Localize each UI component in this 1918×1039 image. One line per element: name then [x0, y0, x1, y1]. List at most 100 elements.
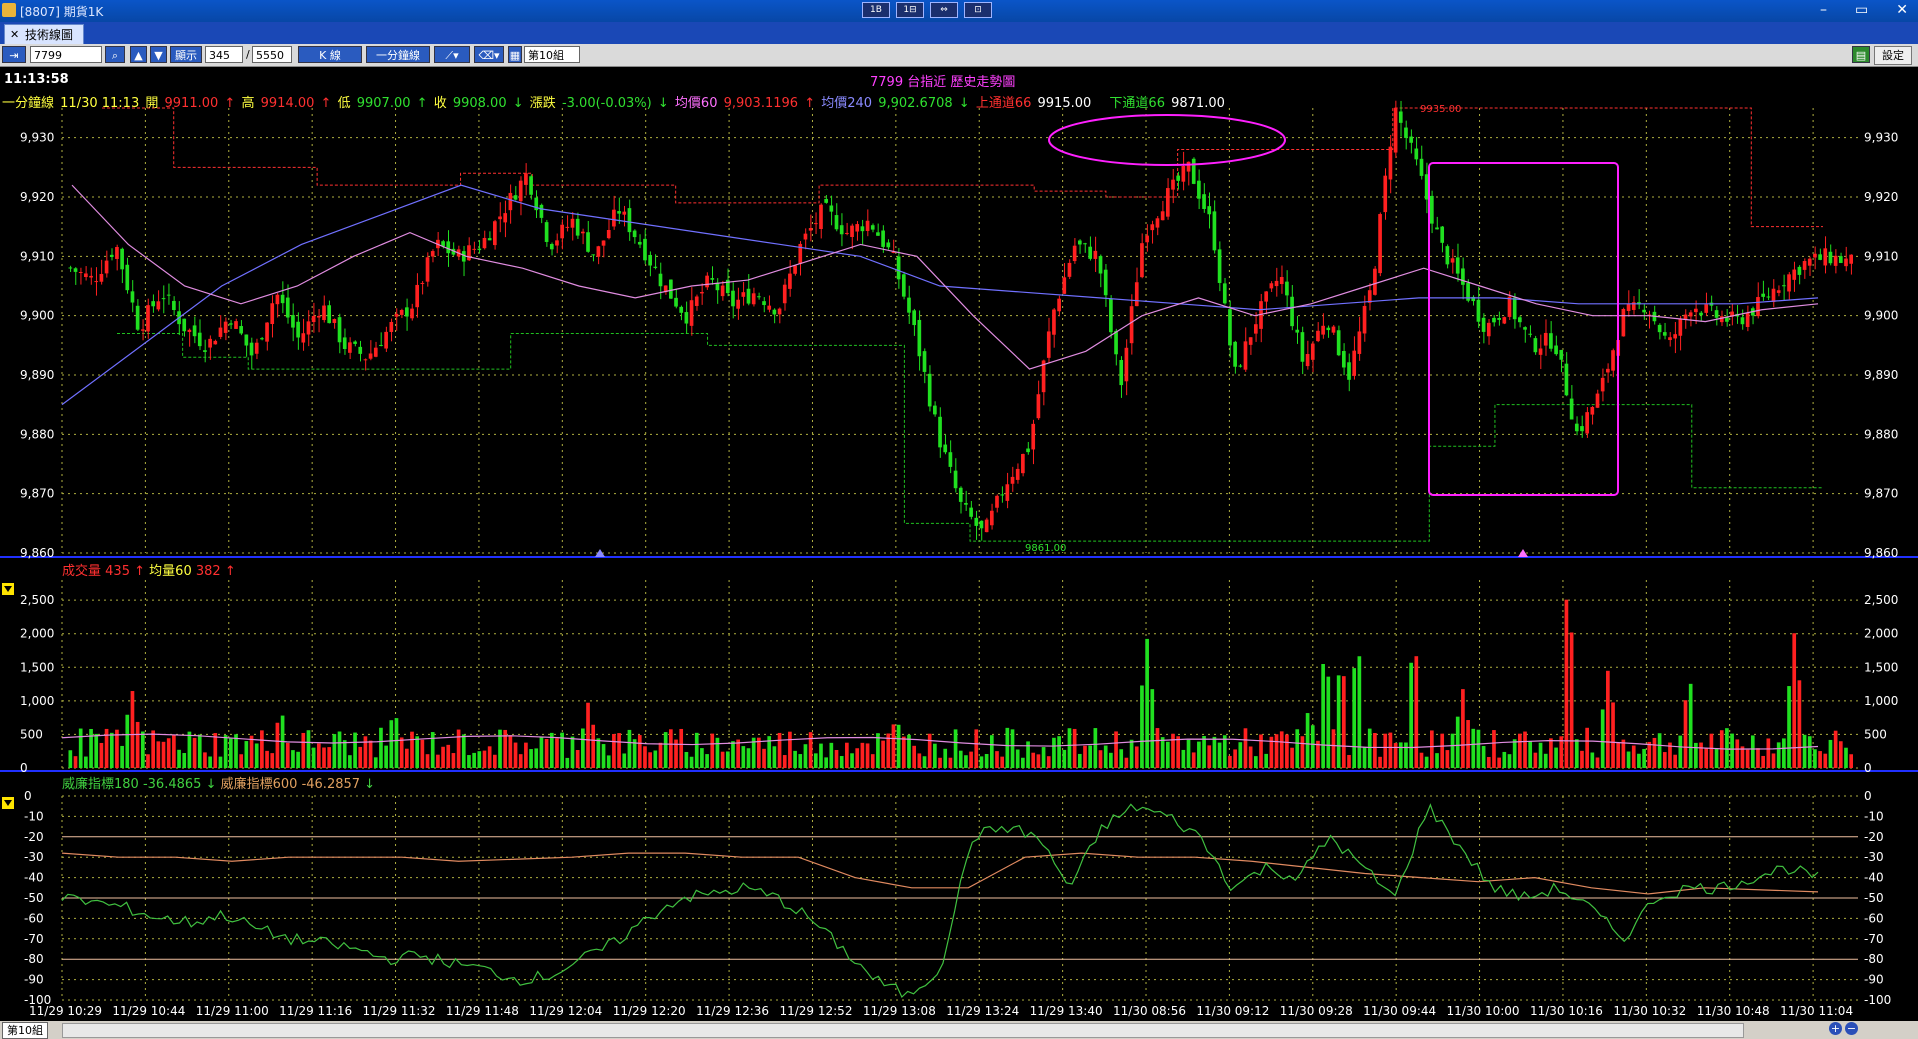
volume-bar	[73, 756, 78, 768]
horizontal-scrollbar[interactable]	[62, 1023, 1744, 1038]
williams-tick-label: -80	[24, 952, 44, 966]
candle-body	[1119, 359, 1124, 386]
candle-body	[1171, 179, 1175, 190]
volume-bar	[953, 729, 958, 768]
volume-bar	[1735, 739, 1740, 768]
candle-body	[586, 232, 590, 252]
volume-bar	[1005, 727, 1010, 768]
williams180-label: 威廉指標180	[62, 777, 139, 792]
candle-body	[777, 308, 782, 315]
candle-body	[482, 237, 487, 249]
volume-bar	[1621, 739, 1626, 768]
volume-bar	[394, 718, 399, 768]
volume-bar	[1197, 741, 1201, 768]
volume-bar	[1616, 742, 1621, 768]
volume-bar	[534, 748, 539, 768]
candle-body	[218, 327, 223, 337]
candle-body	[684, 312, 689, 324]
candle-body	[1621, 308, 1626, 337]
candle-body	[1766, 296, 1771, 298]
volume-bar	[565, 757, 570, 768]
volume-bar	[1631, 745, 1636, 768]
candle-body	[498, 216, 502, 220]
candle-body	[1057, 298, 1061, 312]
candle-body	[1031, 423, 1036, 450]
candle-body	[876, 232, 880, 236]
candle-body	[425, 257, 430, 282]
williams-tick-label: -40	[24, 871, 44, 885]
candle-body	[1580, 426, 1584, 432]
volume-bar	[1077, 753, 1082, 768]
volume-pane-toggle-icon[interactable]	[2, 583, 14, 595]
volume-bar	[819, 743, 823, 768]
candle-body	[596, 246, 601, 257]
candle-body	[1191, 158, 1196, 184]
volume-bar	[845, 742, 849, 768]
williams-tick-label-right: -10	[1864, 809, 1884, 823]
change-label: 漲跌	[529, 96, 556, 111]
candle-body	[710, 278, 715, 280]
candle-body	[1155, 218, 1160, 228]
volume-bar	[1745, 749, 1750, 768]
candle-body	[368, 353, 373, 359]
volume-bar	[643, 746, 647, 768]
volume-bar	[1430, 730, 1434, 768]
price-tick-label: 9,920	[20, 190, 54, 204]
williams180-line	[61, 803, 1819, 999]
high-value: 9914.00	[260, 96, 315, 111]
candle-body	[1528, 333, 1533, 335]
zoom-out-icon[interactable]: −	[1845, 1022, 1858, 1035]
candle-body	[1285, 281, 1289, 296]
volume-bar	[1823, 753, 1828, 768]
candle-body	[348, 342, 352, 353]
candle-body	[1802, 261, 1807, 270]
volume-bar	[84, 756, 88, 768]
candle-body	[922, 351, 927, 372]
volume-bar	[172, 734, 176, 768]
volume-bar	[1305, 713, 1310, 768]
volume-bar	[1088, 745, 1093, 768]
candle-body	[1559, 349, 1564, 360]
candle-body	[565, 226, 570, 228]
clock: 11:13:58	[4, 72, 69, 87]
volume-bar	[430, 732, 435, 768]
candle-body	[860, 226, 865, 232]
volume-bar	[1626, 751, 1631, 768]
volume-bar	[1590, 752, 1595, 768]
time-tick-label: 11/30 09:28	[1280, 1004, 1353, 1018]
candle-body	[1476, 299, 1481, 322]
volume-bar	[596, 738, 601, 768]
volume-bar	[524, 742, 528, 768]
volume-bar	[1404, 742, 1408, 768]
volume-bar	[151, 730, 156, 768]
volume-bar	[855, 748, 860, 768]
candle-body	[736, 299, 740, 309]
candle-body	[669, 279, 673, 299]
williams-tick-label: -70	[24, 932, 44, 946]
candle-body	[622, 211, 627, 215]
volume-bar	[1435, 753, 1439, 768]
williams-pane-toggle-icon[interactable]	[2, 797, 14, 809]
candle-body	[270, 303, 275, 325]
candle-body	[1378, 214, 1382, 274]
volume-bar	[99, 742, 104, 768]
candle-body	[244, 334, 249, 346]
volume-bar	[663, 732, 668, 768]
candle-body	[94, 281, 99, 283]
candle-body	[1398, 111, 1403, 123]
volume-bar	[1367, 728, 1372, 768]
candle-body	[1771, 288, 1776, 303]
candle-body	[881, 230, 885, 247]
volume-bar	[461, 734, 466, 768]
candle-body	[643, 238, 647, 261]
candle-body	[570, 218, 575, 228]
volume-bar	[1373, 733, 1377, 768]
time-tick-label: 11/30 10:32	[1613, 1004, 1686, 1018]
candle-body	[819, 204, 823, 229]
volume-bar	[1771, 753, 1776, 768]
open-value: 9911.00	[164, 96, 219, 111]
zoom-in-icon[interactable]: +	[1829, 1022, 1842, 1035]
volume-bar	[1352, 668, 1357, 768]
candle-body	[1725, 317, 1729, 322]
group-select-bottom[interactable]: 第10組	[2, 1022, 48, 1039]
